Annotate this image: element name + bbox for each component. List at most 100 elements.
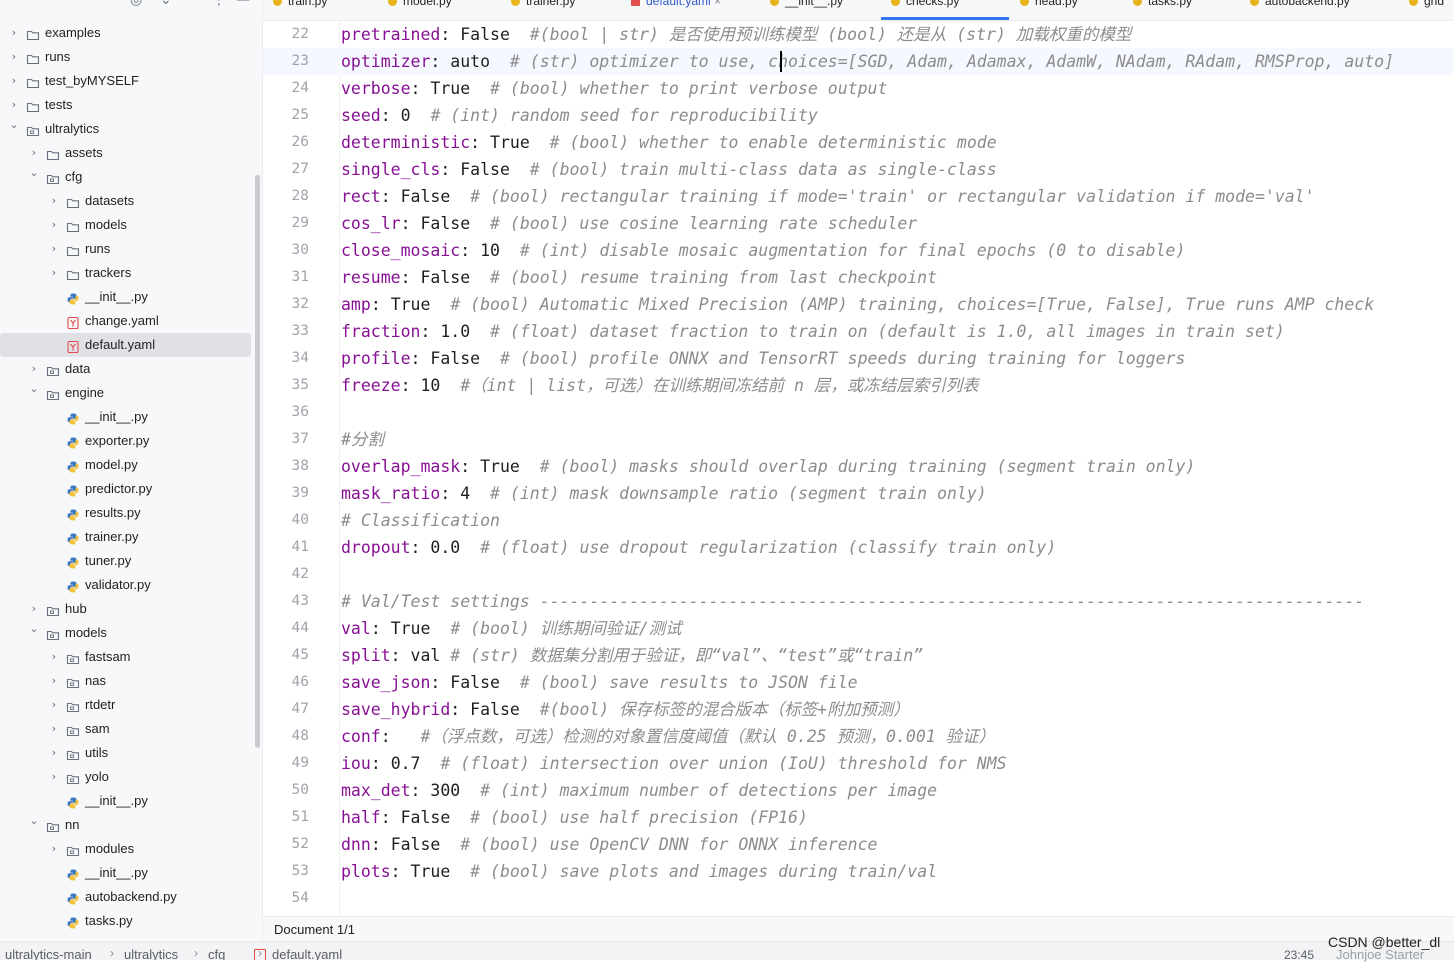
code-line[interactable]: 51 half: False # (bool) use half precisio…: [263, 804, 1454, 831]
tree-item-models[interactable]: › models: [0, 213, 252, 237]
code-line[interactable]: 42: [263, 561, 1454, 588]
tree-item-rtdetr[interactable]: › rtdetr: [0, 693, 252, 717]
tab-gnd[interactable]: gnd: [1409, 0, 1444, 14]
breadcrumb-item[interactable]: ultralytics-main: [5, 947, 92, 960]
code-line[interactable]: 50 max_det: 300 # (int) maximum number of…: [263, 777, 1454, 804]
chevron-down-icon[interactable]: ⌄: [28, 377, 40, 401]
tree-item-tuner-py[interactable]: tuner.py: [0, 549, 252, 573]
code-line[interactable]: 27 single_cls: False # (bool) train multi…: [263, 156, 1454, 183]
tree-item-utils[interactable]: › utils: [0, 741, 252, 765]
tree-item-runs[interactable]: › runs: [0, 45, 252, 69]
tree-item-trackers[interactable]: › trackers: [0, 261, 252, 285]
code-line[interactable]: 39 mask_ratio: 4 # (int) mask downsample …: [263, 480, 1454, 507]
tree-item--init-py[interactable]: __init__.py: [0, 285, 252, 309]
tab-tasks-py[interactable]: tasks.py: [1133, 0, 1192, 14]
code-line[interactable]: 41 dropout: 0.0 # (float) use dropout reg…: [263, 534, 1454, 561]
locate-icon[interactable]: ◎: [130, 0, 142, 8]
tree-item-tasks-py[interactable]: tasks.py: [0, 909, 252, 933]
code-line[interactable]: 54: [263, 885, 1454, 912]
chevron-right-icon[interactable]: ›: [48, 741, 60, 765]
options-icon[interactable]: ⋮: [212, 0, 226, 8]
tab-model-py[interactable]: model.py: [388, 0, 452, 14]
tree-item--init-py[interactable]: __init__.py: [0, 861, 252, 885]
code-line[interactable]: 23 optimizer: auto # (str) optimizer to u…: [263, 48, 1454, 75]
code-line[interactable]: 49 iou: 0.7 # (float) intersection over u…: [263, 750, 1454, 777]
cursor-position[interactable]: 23:45: [1284, 948, 1314, 960]
tree-item-modules[interactable]: › modules: [0, 837, 252, 861]
chevron-right-icon[interactable]: ›: [48, 765, 60, 789]
code-line[interactable]: 52 dnn: False # (bool) use OpenCV DNN for…: [263, 831, 1454, 858]
collapse-all-icon[interactable]: ⌃: [184, 0, 196, 8]
code-line[interactable]: 26 deterministic: True # (bool) whether t…: [263, 129, 1454, 156]
chevron-down-icon[interactable]: ⌄: [28, 161, 40, 185]
chevron-right-icon[interactable]: ›: [48, 693, 60, 717]
code-editor[interactable]: 22 pretrained: False #(bool | str) 是否使用预训…: [263, 21, 1454, 916]
code-line[interactable]: 36: [263, 399, 1454, 426]
code-line[interactable]: 37 #分割: [263, 426, 1454, 453]
code-line[interactable]: 48 conf: #（浮点数，可选）检测的对象置信度阈值（默认 0.25 预测，0…: [263, 723, 1454, 750]
code-line[interactable]: 22 pretrained: False #(bool | str) 是否使用预训…: [263, 21, 1454, 48]
tab-trainer-py[interactable]: trainer.py: [511, 0, 575, 14]
code-line[interactable]: 43 # Val/Test settings ------------------…: [263, 588, 1454, 615]
tree-item-examples[interactable]: › examples: [0, 21, 252, 45]
chevron-down-icon[interactable]: ⌄: [28, 809, 40, 833]
code-line[interactable]: 45 split: val # (str) 数据集分割用于验证，即“val”、“t…: [263, 642, 1454, 669]
code-line[interactable]: 25 seed: 0 # (int) random seed for reprod…: [263, 102, 1454, 129]
tree-item-change-yaml[interactable]: change.yaml: [0, 309, 252, 333]
code-line[interactable]: 29 cos_lr: False # (bool) use cosine lear…: [263, 210, 1454, 237]
tree-item-models[interactable]: ⌄ models: [0, 621, 252, 645]
chevron-right-icon[interactable]: ›: [8, 21, 20, 45]
chevron-right-icon[interactable]: ›: [48, 237, 60, 261]
tree-item-datasets[interactable]: › datasets: [0, 189, 252, 213]
tree-item-ultralytics[interactable]: ⌄ ultralytics: [0, 117, 252, 141]
code-line[interactable]: 33 fraction: 1.0 # (float) dataset fracti…: [263, 318, 1454, 345]
code-line[interactable]: 46 save_json: False # (bool) save results…: [263, 669, 1454, 696]
chevron-right-icon[interactable]: ›: [48, 213, 60, 237]
chevron-down-icon[interactable]: ⌄: [8, 113, 20, 137]
chevron-right-icon[interactable]: ›: [48, 261, 60, 285]
tree-item--init-py[interactable]: __init__.py: [0, 405, 252, 429]
tree-item-sam[interactable]: › sam: [0, 717, 252, 741]
code-line[interactable]: 44 val: True # (bool) 训练期间验证/测试: [263, 615, 1454, 642]
tree-item-predictor-py[interactable]: predictor.py: [0, 477, 252, 501]
tab-train-py[interactable]: train.py: [273, 0, 327, 14]
tree-item-results-py[interactable]: results.py: [0, 501, 252, 525]
code-line[interactable]: 30 close_mosaic: 10 # (int) disable mosai…: [263, 237, 1454, 264]
tab-default-yaml[interactable]: default.yaml ×: [631, 0, 721, 14]
code-line[interactable]: 47 save_hybrid: False #(bool) 保存标签的混合版本（标…: [263, 696, 1454, 723]
tree-item-yolo[interactable]: › yolo: [0, 765, 252, 789]
code-line[interactable]: 40 # Classification: [263, 507, 1454, 534]
tree-item-fastsam[interactable]: › fastsam: [0, 645, 252, 669]
tree-item-model-py[interactable]: model.py: [0, 453, 252, 477]
chevron-right-icon[interactable]: ›: [48, 837, 60, 861]
tree-item-validator-py[interactable]: validator.py: [0, 573, 252, 597]
tab--init-py[interactable]: __init__.py: [770, 0, 843, 14]
tree-item-exporter-py[interactable]: exporter.py: [0, 429, 252, 453]
tree-item-runs[interactable]: › runs: [0, 237, 252, 261]
tab-checks-py[interactable]: checks.py: [891, 0, 959, 14]
tree-item-trainer-py[interactable]: trainer.py: [0, 525, 252, 549]
expand-all-icon[interactable]: ⌄: [160, 0, 172, 8]
close-tab-icon[interactable]: ×: [711, 0, 721, 8]
code-line[interactable]: 32 amp: True # (bool) Automatic Mixed Pre…: [263, 291, 1454, 318]
code-line[interactable]: 24 verbose: True # (bool) whether to prin…: [263, 75, 1454, 102]
code-line[interactable]: 35 freeze: 10 #（int | list，可选）在训练期间冻结前 n …: [263, 372, 1454, 399]
chevron-right-icon[interactable]: ›: [48, 717, 60, 741]
chevron-right-icon[interactable]: ›: [48, 645, 60, 669]
breadcrumb-item[interactable]: cfg: [208, 947, 225, 960]
code-line[interactable]: 31 resume: False # (bool) resume training…: [263, 264, 1454, 291]
breadcrumb-item[interactable]: ultralytics: [124, 947, 178, 960]
tab-autobackend-py[interactable]: autobackend.py: [1250, 0, 1350, 14]
code-line[interactable]: 34 profile: False # (bool) profile ONNX a…: [263, 345, 1454, 372]
tree-item-nas[interactable]: › nas: [0, 669, 252, 693]
code-line[interactable]: 53 plots: True # (bool) save plots and im…: [263, 858, 1454, 885]
chevron-right-icon[interactable]: ›: [8, 45, 20, 69]
tree-item-engine[interactable]: ⌄ engine: [0, 381, 252, 405]
chevron-right-icon[interactable]: ›: [48, 669, 60, 693]
tree-item-tests[interactable]: › tests: [0, 93, 252, 117]
breadcrumb-item[interactable]: default.yaml: [254, 947, 342, 960]
tree-scrollbar[interactable]: [255, 175, 260, 748]
tree-item-test-bymyself[interactable]: › test_byMYSELF: [0, 69, 252, 93]
tab-head-py[interactable]: head.py: [1020, 0, 1078, 14]
code-line[interactable]: 28 rect: False # (bool) rectangular train…: [263, 183, 1454, 210]
